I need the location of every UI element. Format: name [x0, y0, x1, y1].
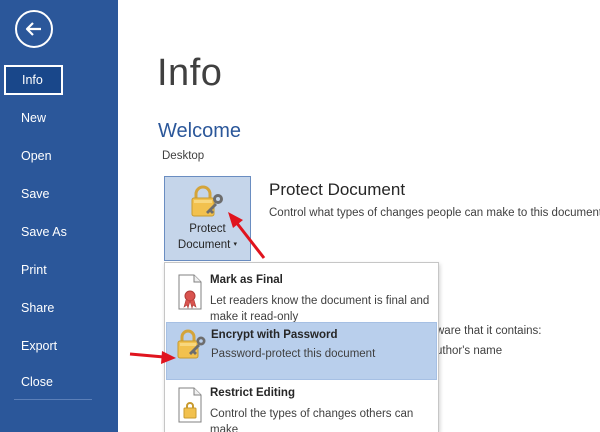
inspect-text-fragment-2: uthor's name: [436, 345, 503, 357]
nav-item-close[interactable]: Close: [0, 366, 118, 398]
nav-item-export[interactable]: Export: [0, 330, 118, 362]
protect-section-description: Control what types of changes people can…: [269, 207, 600, 219]
nav-item-print[interactable]: Print: [0, 254, 118, 286]
inspect-text-fragment: ware that it contains:: [436, 325, 542, 337]
protect-label-line2: Document: [177, 239, 231, 252]
menu-item-title: Mark as Final: [210, 274, 283, 286]
protect-document-label: Protect Document ▾: [165, 221, 250, 253]
menu-item-title: Encrypt with Password: [211, 329, 338, 341]
dropdown-caret-icon: ▾: [233, 241, 238, 248]
menu-item-encrypt-with-password[interactable]: Encrypt with Password Password-protect t…: [166, 322, 437, 380]
backstage-sidebar: Info New Open Save Save As Print Share E…: [0, 0, 118, 432]
nav-item-new[interactable]: New: [0, 102, 118, 134]
document-title: Welcome: [158, 120, 241, 142]
back-button[interactable]: [15, 10, 53, 48]
ribbon-document-icon: [178, 274, 202, 310]
nav-item-save[interactable]: Save: [0, 178, 118, 210]
protect-section-heading: Protect Document: [269, 180, 406, 199]
protect-document-menu: Mark as Final Let readers know the docum…: [164, 262, 439, 432]
protect-label-line1: Protect: [189, 223, 226, 235]
sidebar-divider: [14, 399, 92, 400]
lock-key-icon: [191, 185, 223, 217]
nav-item-save-as[interactable]: Save As: [0, 216, 118, 248]
menu-item-title: Restrict Editing: [210, 387, 295, 399]
back-arrow-icon: [25, 22, 41, 36]
nav-item-info[interactable]: Info: [4, 65, 63, 95]
document-location: Desktop: [162, 150, 205, 162]
menu-item-description: Let readers know the document is final a…: [210, 295, 430, 323]
menu-item-description: Password-protect this document: [211, 348, 376, 360]
menu-item-mark-as-final[interactable]: Mark as Final Let readers know the docum…: [166, 268, 437, 326]
menu-item-description: Control the types of changes others can …: [210, 408, 414, 432]
nav-item-open[interactable]: Open: [0, 140, 118, 172]
lock-document-icon: [178, 387, 202, 423]
page-title: Info: [157, 52, 223, 94]
menu-item-restrict-editing[interactable]: Restrict Editing Control the types of ch…: [166, 381, 437, 432]
protect-document-button[interactable]: Protect Document ▾: [164, 176, 251, 261]
lock-key-icon: [177, 329, 206, 359]
nav-item-share[interactable]: Share: [0, 292, 118, 324]
